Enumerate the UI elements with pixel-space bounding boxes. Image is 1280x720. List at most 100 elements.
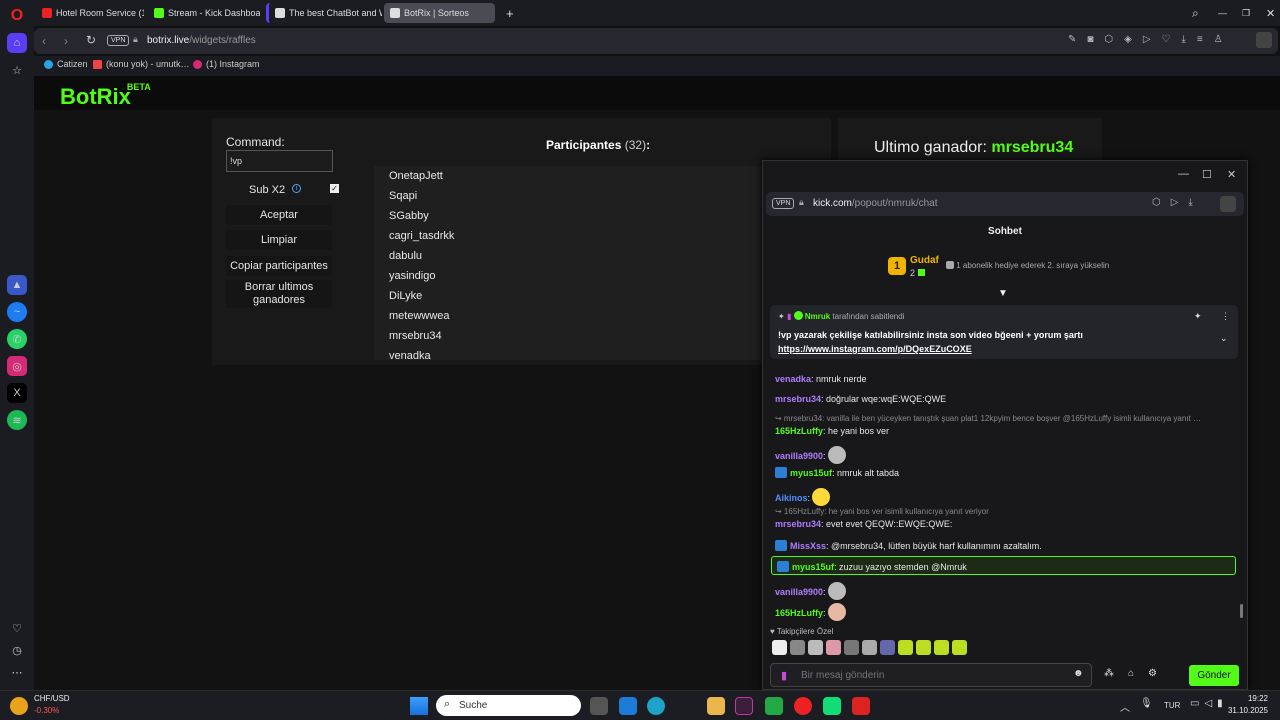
language-indicator[interactable]: TUR: [1164, 701, 1180, 710]
whatsapp-icon[interactable]: ✆: [7, 329, 27, 349]
tab-kick[interactable]: Stream - Kick Dashboard: [148, 3, 260, 23]
extension-icon[interactable]: [1256, 32, 1272, 48]
ticker-name[interactable]: CHF/USD: [34, 694, 70, 703]
restore-button[interactable]: ❐: [1236, 3, 1254, 23]
home-icon[interactable]: ⌂: [7, 33, 27, 53]
pinned-menu-icon[interactable]: ⋮: [1221, 311, 1230, 322]
chat-username[interactable]: vanilla9900: [775, 451, 823, 461]
microphone-icon[interactable]: 🎙︎: [1140, 698, 1153, 709]
task-view-icon[interactable]: [590, 697, 608, 715]
popup-extension-icon[interactable]: [1220, 196, 1236, 212]
unpin-icon[interactable]: ✦: [1194, 311, 1202, 322]
chat-username[interactable]: 165HzLuffy: [775, 608, 823, 618]
chat-input[interactable]: [801, 667, 1061, 683]
accept-button[interactable]: Aceptar: [226, 205, 332, 225]
forward-icon[interactable]: ›: [64, 34, 68, 48]
chat-username[interactable]: Aikinos: [775, 493, 808, 503]
bookmark-gmail[interactable]: (konu yok) - umutk…: [93, 59, 190, 69]
emoji-icon[interactable]: ☻: [1073, 668, 1084, 679]
leaderboard-name[interactable]: Gudaf: [910, 255, 939, 266]
tab-botrix-sorteos[interactable]: BotRix | Sorteos: [384, 3, 495, 23]
url-field[interactable]: botrix.live/widgets/raffles: [147, 35, 256, 46]
spotify-icon[interactable]: ≋: [7, 410, 27, 430]
instagram-icon[interactable]: ◎: [7, 356, 27, 376]
clock-time[interactable]: 19:22: [1228, 694, 1268, 703]
popup-maximize-button[interactable]: ☐: [1202, 168, 1212, 181]
taskbar-search[interactable]: ⌕ Suche: [436, 695, 581, 716]
search-tabs-icon[interactable]: ⌕: [1186, 3, 1204, 23]
opera-logo-icon[interactable]: O: [7, 6, 27, 26]
vpn-badge[interactable]: VPN: [107, 35, 130, 46]
popup-close-button[interactable]: ✕: [1227, 168, 1236, 181]
game-icon[interactable]: [823, 697, 841, 715]
send-button[interactable]: Gönder: [1189, 665, 1239, 686]
weather-icon[interactable]: [10, 697, 28, 715]
heart-icon[interactable]: ♡: [7, 618, 27, 638]
edge-icon[interactable]: [647, 697, 665, 715]
sub-x2-checkbox[interactable]: ✓: [330, 184, 339, 193]
chat-username[interactable]: 165HzLuffy: [775, 426, 823, 436]
opera-taskbar-icon[interactable]: [794, 697, 812, 715]
more-icon[interactable]: ⋯: [7, 662, 27, 682]
mic-icon[interactable]: ▮: [781, 669, 787, 682]
outlook-icon[interactable]: [619, 697, 637, 715]
app-icon[interactable]: [735, 697, 753, 715]
file-explorer-icon[interactable]: [707, 697, 725, 715]
chat-username[interactable]: vanilla9900: [775, 587, 823, 597]
participants-list[interactable]: OnetapJett Sqapi SGabby cagri_tasdrkk dabulu…: [374, 166, 762, 360]
emote-icon[interactable]: [916, 640, 931, 655]
popup-vpn-badge[interactable]: VPN: [772, 198, 795, 209]
chat-username[interactable]: myus15uf: [792, 562, 834, 572]
x-icon[interactable]: X: [7, 383, 27, 403]
emote-icon[interactable]: [790, 640, 805, 655]
chat-username[interactable]: mrsebru34: [775, 519, 821, 529]
emote-icon[interactable]: [952, 640, 967, 655]
vivaldi-icon[interactable]: [852, 697, 870, 715]
pin-collapse-icon[interactable]: ▼: [998, 288, 1008, 299]
popup-url[interactable]: kick.com/popout/nmruk/chat: [813, 198, 938, 209]
bookmark-instagram[interactable]: (1) Instagram: [193, 59, 260, 69]
pinned-link[interactable]: https://www.instagram.com/p/DQexEZuCOXE: [778, 344, 972, 354]
tab-hotel[interactable]: Hotel Room Service (1…: [36, 3, 144, 23]
history-icon[interactable]: ◷: [7, 640, 27, 660]
toolbar-icons[interactable]: ✎◙⬡◈▷♡⤓≡♙: [1068, 34, 1234, 45]
chat-scrollbar[interactable]: [1240, 604, 1243, 618]
reload-icon[interactable]: ↻: [86, 33, 96, 47]
botrix-logo[interactable]: BotRixBETA: [60, 82, 155, 110]
windows-start-icon[interactable]: [410, 697, 428, 715]
minimize-button[interactable]: —: [1212, 3, 1230, 23]
emote-icon[interactable]: [898, 640, 913, 655]
chat-username[interactable]: myus15uf: [790, 468, 832, 478]
star-icon[interactable]: ☆: [7, 60, 27, 80]
popup-toolbar-icons[interactable]: ⬡▷⤓: [1152, 197, 1203, 208]
popup-minimize-button[interactable]: —: [1178, 168, 1189, 180]
kick-app-icon[interactable]: [765, 697, 783, 715]
back-icon[interactable]: ‹: [42, 34, 46, 48]
chat-text: : @mrsebru34, lütfen büyük harf kullanım…: [826, 541, 1042, 551]
command-input[interactable]: [226, 150, 333, 172]
bookmark-catizen[interactable]: Catizen: [44, 59, 88, 69]
tray-chevron-icon[interactable]: ︿: [1120, 699, 1130, 714]
chat-username[interactable]: MissXss: [790, 541, 826, 551]
info-icon[interactable]: i: [292, 184, 301, 193]
tab-chatbot[interactable]: The best ChatBot and Wi…: [266, 3, 382, 23]
chevron-down-icon[interactable]: ⌄: [1220, 333, 1228, 344]
chat-username[interactable]: venadka: [775, 374, 811, 384]
emote-icon[interactable]: [934, 640, 949, 655]
clock-date[interactable]: 31.10.2025: [1222, 706, 1268, 715]
copy-participants-button[interactable]: Copiar participantes: [226, 256, 332, 276]
clear-button[interactable]: Limpiar: [226, 230, 332, 250]
delete-winners-button[interactable]: Borrar ultimos ganadores: [226, 280, 332, 308]
new-tab-button[interactable]: +: [500, 3, 518, 23]
chat-action-icons[interactable]: ⁂⌂⚙: [1104, 668, 1171, 679]
emote-icon[interactable]: [862, 640, 877, 655]
emote-icon[interactable]: [772, 640, 787, 655]
emote-icon[interactable]: [808, 640, 823, 655]
chat-username[interactable]: mrsebru34: [775, 394, 821, 404]
messenger-icon[interactable]: ~: [7, 302, 27, 322]
aria-icon[interactable]: ▲: [7, 275, 27, 295]
emote-icon[interactable]: [880, 640, 895, 655]
emote-icon[interactable]: [844, 640, 859, 655]
emote-icon[interactable]: [826, 640, 841, 655]
close-window-button[interactable]: ✕: [1260, 3, 1278, 23]
